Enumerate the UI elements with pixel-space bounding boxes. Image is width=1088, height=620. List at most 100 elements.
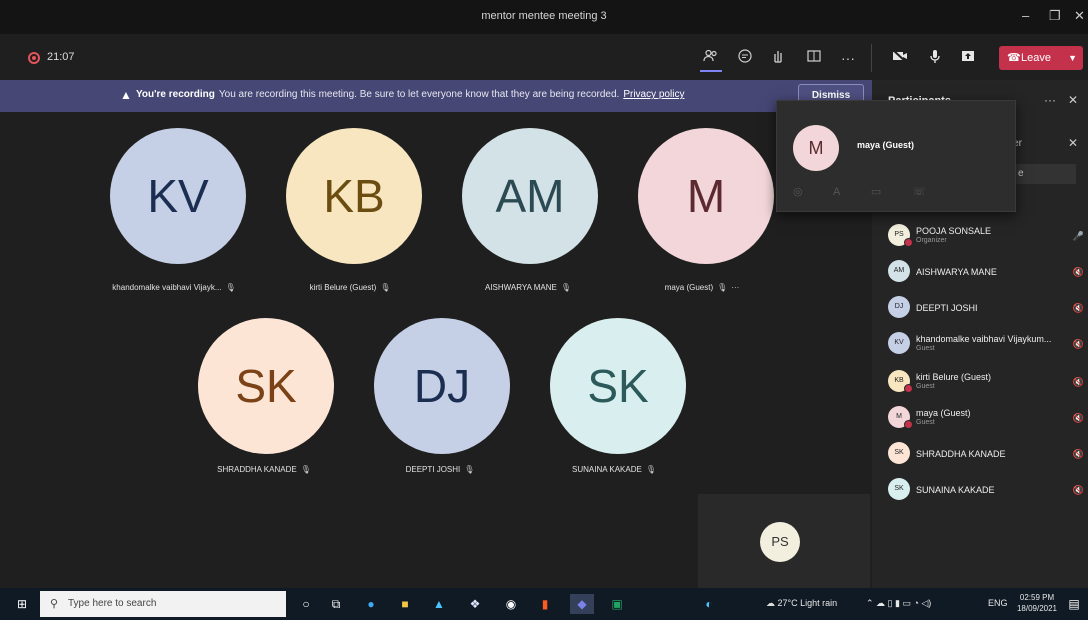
chevron-down-icon[interactable]: ▼ <box>1068 46 1077 70</box>
minimize-button[interactable]: – <box>1022 8 1029 23</box>
teams-icon[interactable]: ◆ <box>570 594 594 614</box>
participant-tile-avatar[interactable]: M <box>638 128 774 264</box>
leave-button[interactable]: ☎ Leave ▼ <box>999 46 1083 70</box>
active-tab-indicator <box>700 70 722 72</box>
banner-text: You are recording this meeting. Be sure … <box>218 89 620 100</box>
tile-name-text: SUNAINA KAKADE <box>572 465 642 474</box>
participant-search-input[interactable]: e <box>1010 164 1076 184</box>
chat-icon[interactable] <box>735 48 755 68</box>
participant-tile-avatar[interactable]: DJ <box>374 318 510 454</box>
participant-tile-name: SHRADDHA KANADE 🎙 <box>184 465 344 474</box>
participant-tile-avatar[interactable]: AM <box>462 128 598 264</box>
participant-avatar: KV <box>888 332 910 354</box>
participant-tile-name: SUNAINA KAKADE 🎙 <box>534 465 694 474</box>
recording-icon <box>28 52 40 64</box>
raise-hand-icon[interactable] <box>768 48 788 68</box>
mic-muted-icon[interactable]: 🔇 <box>1073 339 1084 350</box>
participant-tile-name: maya (Guest) 🎙 ··· <box>622 283 782 292</box>
participant-row[interactable]: SK SUNAINA KAKADE 🔇 <box>888 474 1084 504</box>
mic-muted-icon[interactable]: 🔇 <box>1073 267 1084 278</box>
phone-icon: ☎ <box>1007 52 1021 64</box>
task-view-icon[interactable]: ⧉ <box>328 594 344 614</box>
close-icon[interactable]: ✕ <box>1068 136 1078 150</box>
participant-role: Guest <box>916 419 935 426</box>
participant-row[interactable]: KV khandomalke vaibhavi Vijaykum... Guest 🔇 <box>888 328 1084 358</box>
windows-taskbar: ⊞ ⚲ Type here to search ○ ⧉ ● ■ ▲ ❖ ◉ ▮ … <box>0 588 1088 620</box>
cortana-icon[interactable]: ○ <box>298 594 314 614</box>
restore-button[interactable]: ❐ <box>1049 8 1061 24</box>
language-indicator[interactable]: ENG <box>988 598 1008 608</box>
store-icon[interactable]: ▲ <box>430 594 448 614</box>
more-icon[interactable]: ··· <box>838 48 858 68</box>
rooms-icon[interactable] <box>804 48 824 68</box>
participant-tile-avatar[interactable]: SK <box>550 318 686 454</box>
tile-name-text: AISHWARYA MANE <box>484 283 557 292</box>
office-icon[interactable]: ▮ <box>536 594 554 614</box>
presence-status-icon <box>904 420 913 429</box>
mic-icon[interactable]: 🎤 <box>1073 231 1084 242</box>
participant-tile-name: AISHWARYA MANE 🎙 <box>448 283 608 292</box>
mic-muted-icon[interactable]: 🔇 <box>1073 485 1084 496</box>
participant-name: SHRADDHA KANADE <box>916 449 1006 459</box>
participant-row[interactable]: AM AISHWARYA MANE 🔇 <box>888 256 1084 286</box>
tile-name-text: kirti Belure (Guest) <box>309 283 377 292</box>
share-icon[interactable] <box>958 48 978 68</box>
file-explorer-icon[interactable]: ■ <box>396 594 414 614</box>
camera-off-icon[interactable] <box>890 48 910 68</box>
people-icon[interactable] <box>701 48 721 68</box>
weather-text: 27°C Light rain <box>777 598 838 608</box>
mic-muted-icon[interactable]: 🔇 <box>1073 413 1084 424</box>
hover-card-name: maya (Guest) <box>857 140 915 150</box>
close-window-button[interactable]: ✕ <box>1074 8 1085 24</box>
tile-name-text: DEEPTI JOSHI <box>405 465 461 474</box>
participant-row[interactable]: Mmaya (Guest) Guest 🔇 <box>888 402 1084 432</box>
self-avatar: PS <box>760 522 800 562</box>
panel-more-icon[interactable]: ··· <box>1044 93 1056 107</box>
participant-row[interactable]: KB kirti Belure (Guest) Guest 🔇 <box>888 366 1084 396</box>
weather-widget[interactable]: ☁ 27°C Light rain <box>766 598 837 609</box>
search-placeholder: Type here to search <box>68 598 157 609</box>
participant-role: Guest <box>916 345 935 352</box>
participant-tile-name: DEEPTI JOSHI 🎙 <box>360 465 520 474</box>
warning-icon: ▲ <box>120 88 132 102</box>
window-title: mentor mentee meeting 3 <box>481 10 607 22</box>
edge-icon[interactable]: ● <box>362 594 380 614</box>
meeting-timer: 21:07 <box>47 51 75 63</box>
system-tray-icons[interactable]: ⌃ ☁ ▯ ▮ ▭ ◔ ◁) <box>866 598 931 609</box>
self-view[interactable]: PS <box>698 494 870 590</box>
recording-banner: ▲ You're recording You are recording this… <box>0 80 872 112</box>
participant-tile-avatar[interactable]: SK <box>198 318 334 454</box>
chrome-icon[interactable]: ◉ <box>502 594 520 614</box>
participant-tile-avatar[interactable]: KV <box>110 128 246 264</box>
participant-avatar: AM <box>888 260 910 282</box>
banner-message: You're recording You are recording this m… <box>136 89 684 100</box>
panel-close-icon[interactable]: ✕ <box>1068 93 1078 107</box>
participant-name: AISHWARYA MANE <box>916 267 997 277</box>
taskbar-search-input[interactable]: ⚲ Type here to search <box>40 591 286 617</box>
help-icon[interactable]: ◐ <box>700 594 718 614</box>
dropbox-icon[interactable]: ❖ <box>466 594 484 614</box>
participant-row[interactable]: PS POOJA SONSALE Organizer 🎤 <box>888 220 1084 250</box>
mic-muted-icon[interactable]: 🔇 <box>1073 303 1084 314</box>
privacy-policy-link[interactable]: Privacy policy <box>623 89 684 100</box>
participant-tile-name: khandomalke vaibhavi Vijayk... 🎙 <box>94 283 254 292</box>
notifications-icon[interactable]: ▤ <box>1066 594 1082 614</box>
hover-card-actions[interactable]: ◎ A ▭ ☏ <box>793 185 940 198</box>
participant-name: POOJA SONSALE <box>916 226 992 236</box>
excel-icon[interactable]: ▣ <box>608 594 626 614</box>
mic-muted-icon[interactable]: 🔇 <box>1073 449 1084 460</box>
participant-role: Guest <box>916 383 935 390</box>
tile-more-icon[interactable]: ··· <box>731 283 739 292</box>
participant-row[interactable]: SK SHRADDHA KANADE 🔇 <box>888 438 1084 468</box>
participant-avatar: SK <box>888 442 910 464</box>
mic-icon[interactable] <box>925 48 945 68</box>
participant-name: DEEPTI JOSHI <box>916 303 978 313</box>
participant-role: Organizer <box>916 237 947 244</box>
clock[interactable]: 02:59 PM 18/09/2021 <box>1012 592 1062 614</box>
participant-name: SUNAINA KAKADE <box>916 485 995 495</box>
windows-start-icon[interactable]: ⊞ <box>14 594 30 614</box>
participant-row[interactable]: DJ DEEPTI JOSHI 🔇 <box>888 292 1084 322</box>
participant-name: khandomalke vaibhavi Vijaykum... <box>916 334 1052 344</box>
participant-tile-avatar[interactable]: KB <box>286 128 422 264</box>
mic-muted-icon[interactable]: 🔇 <box>1073 377 1084 388</box>
